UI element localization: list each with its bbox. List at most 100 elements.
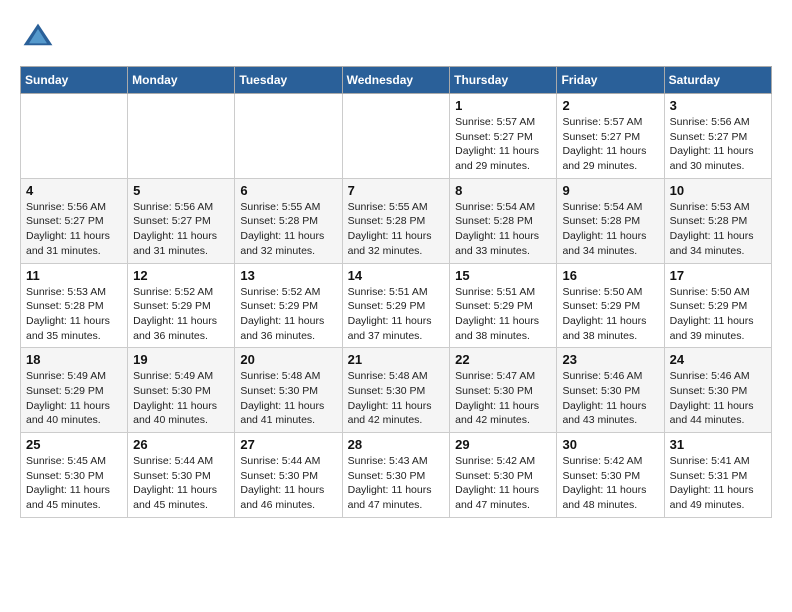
calendar-cell: 31 Sunrise: 5:41 AM Sunset: 5:31 PM Dayli… (664, 433, 771, 518)
logo (20, 20, 60, 56)
day-number: 18 (26, 352, 122, 367)
calendar-cell: 3 Sunrise: 5:56 AM Sunset: 5:27 PM Daylig… (664, 94, 771, 179)
day-info: Sunrise: 5:42 AM Sunset: 5:30 PM Dayligh… (562, 454, 658, 513)
calendar-cell: 17Sunrise: 5:50 AM Sunset: 5:29 PM Dayli… (664, 263, 771, 348)
day-info: Sunrise: 5:48 AM Sunset: 5:30 PM Dayligh… (348, 369, 445, 428)
calendar-cell: 2 Sunrise: 5:57 AM Sunset: 5:27 PM Daylig… (557, 94, 664, 179)
day-number: 21 (348, 352, 445, 367)
calendar-week-row: 11 Sunrise: 5:53 AM Sunset: 5:28 PM Dayli… (21, 263, 772, 348)
calendar-cell: 13 Sunrise: 5:52 AM Sunset: 5:29 PM Dayli… (235, 263, 342, 348)
day-number: 29 (455, 437, 551, 452)
day-number: 25 (26, 437, 122, 452)
calendar-week-row: 18Sunrise: 5:49 AM Sunset: 5:29 PM Dayli… (21, 348, 772, 433)
calendar-week-row: 1 Sunrise: 5:57 AM Sunset: 5:27 PM Daylig… (21, 94, 772, 179)
weekday-header: Wednesday (342, 67, 450, 94)
weekday-header: Sunday (21, 67, 128, 94)
weekday-header: Saturday (664, 67, 771, 94)
day-info: Sunrise: 5:41 AM Sunset: 5:31 PM Dayligh… (670, 454, 766, 513)
day-info: Sunrise: 5:52 AM Sunset: 5:29 PM Dayligh… (240, 285, 336, 344)
day-number: 2 (562, 98, 658, 113)
calendar-cell: 28Sunrise: 5:43 AM Sunset: 5:30 PM Dayli… (342, 433, 450, 518)
day-info: Sunrise: 5:56 AM Sunset: 5:27 PM Dayligh… (670, 115, 766, 174)
calendar-cell: 11 Sunrise: 5:53 AM Sunset: 5:28 PM Dayli… (21, 263, 128, 348)
day-info: Sunrise: 5:54 AM Sunset: 5:28 PM Dayligh… (455, 200, 551, 259)
day-info: Sunrise: 5:55 AM Sunset: 5:28 PM Dayligh… (348, 200, 445, 259)
day-info: Sunrise: 5:45 AM Sunset: 5:30 PM Dayligh… (26, 454, 122, 513)
calendar-cell: 26 Sunrise: 5:44 AM Sunset: 5:30 PM Dayli… (128, 433, 235, 518)
day-info: Sunrise: 5:53 AM Sunset: 5:28 PM Dayligh… (26, 285, 122, 344)
calendar-cell: 18Sunrise: 5:49 AM Sunset: 5:29 PM Dayli… (21, 348, 128, 433)
day-number: 14 (348, 268, 445, 283)
calendar-cell: 12 Sunrise: 5:52 AM Sunset: 5:29 PM Dayli… (128, 263, 235, 348)
day-info: Sunrise: 5:50 AM Sunset: 5:29 PM Dayligh… (562, 285, 658, 344)
day-number: 1 (455, 98, 551, 113)
calendar-cell: 1 Sunrise: 5:57 AM Sunset: 5:27 PM Daylig… (450, 94, 557, 179)
calendar-body: 1 Sunrise: 5:57 AM Sunset: 5:27 PM Daylig… (21, 94, 772, 518)
day-info: Sunrise: 5:57 AM Sunset: 5:27 PM Dayligh… (455, 115, 551, 174)
day-number: 16 (562, 268, 658, 283)
day-info: Sunrise: 5:49 AM Sunset: 5:30 PM Dayligh… (133, 369, 229, 428)
day-number: 3 (670, 98, 766, 113)
day-number: 20 (240, 352, 336, 367)
calendar-cell: 25 Sunrise: 5:45 AM Sunset: 5:30 PM Dayli… (21, 433, 128, 518)
day-number: 28 (348, 437, 445, 452)
calendar-cell: 27 Sunrise: 5:44 AM Sunset: 5:30 PM Dayli… (235, 433, 342, 518)
calendar-week-row: 4 Sunrise: 5:56 AM Sunset: 5:27 PM Daylig… (21, 178, 772, 263)
day-info: Sunrise: 5:52 AM Sunset: 5:29 PM Dayligh… (133, 285, 229, 344)
day-number: 30 (562, 437, 658, 452)
day-info: Sunrise: 5:51 AM Sunset: 5:29 PM Dayligh… (348, 285, 445, 344)
day-number: 31 (670, 437, 766, 452)
day-number: 26 (133, 437, 229, 452)
day-number: 4 (26, 183, 122, 198)
calendar-cell: 20 Sunrise: 5:48 AM Sunset: 5:30 PM Dayli… (235, 348, 342, 433)
day-number: 13 (240, 268, 336, 283)
day-number: 10 (670, 183, 766, 198)
day-info: Sunrise: 5:46 AM Sunset: 5:30 PM Dayligh… (562, 369, 658, 428)
calendar-cell: 6Sunrise: 5:55 AM Sunset: 5:28 PM Daylig… (235, 178, 342, 263)
day-info: Sunrise: 5:44 AM Sunset: 5:30 PM Dayligh… (240, 454, 336, 513)
calendar-cell: 14 Sunrise: 5:51 AM Sunset: 5:29 PM Dayli… (342, 263, 450, 348)
day-number: 15 (455, 268, 551, 283)
day-number: 8 (455, 183, 551, 198)
calendar-cell: 23 Sunrise: 5:46 AM Sunset: 5:30 PM Dayli… (557, 348, 664, 433)
weekday-header: Friday (557, 67, 664, 94)
day-number: 19 (133, 352, 229, 367)
day-number: 7 (348, 183, 445, 198)
calendar-cell (235, 94, 342, 179)
calendar-cell: 15 Sunrise: 5:51 AM Sunset: 5:29 PM Dayli… (450, 263, 557, 348)
day-info: Sunrise: 5:51 AM Sunset: 5:29 PM Dayligh… (455, 285, 551, 344)
day-info: Sunrise: 5:46 AM Sunset: 5:30 PM Dayligh… (670, 369, 766, 428)
calendar-cell: 29 Sunrise: 5:42 AM Sunset: 5:30 PM Dayli… (450, 433, 557, 518)
calendar-cell: 9 Sunrise: 5:54 AM Sunset: 5:28 PM Daylig… (557, 178, 664, 263)
calendar-cell (342, 94, 450, 179)
calendar-cell (21, 94, 128, 179)
calendar-cell: 24 Sunrise: 5:46 AM Sunset: 5:30 PM Dayli… (664, 348, 771, 433)
day-number: 24 (670, 352, 766, 367)
weekday-header: Tuesday (235, 67, 342, 94)
day-info: Sunrise: 5:48 AM Sunset: 5:30 PM Dayligh… (240, 369, 336, 428)
day-number: 17 (670, 268, 766, 283)
day-info: Sunrise: 5:56 AM Sunset: 5:27 PM Dayligh… (26, 200, 122, 259)
calendar-table: SundayMondayTuesdayWednesdayThursdayFrid… (20, 66, 772, 518)
day-info: Sunrise: 5:42 AM Sunset: 5:30 PM Dayligh… (455, 454, 551, 513)
day-number: 23 (562, 352, 658, 367)
day-number: 12 (133, 268, 229, 283)
calendar-cell: 10Sunrise: 5:53 AM Sunset: 5:28 PM Dayli… (664, 178, 771, 263)
day-number: 27 (240, 437, 336, 452)
day-info: Sunrise: 5:44 AM Sunset: 5:30 PM Dayligh… (133, 454, 229, 513)
calendar-cell: 21 Sunrise: 5:48 AM Sunset: 5:30 PM Dayli… (342, 348, 450, 433)
day-info: Sunrise: 5:56 AM Sunset: 5:27 PM Dayligh… (133, 200, 229, 259)
calendar-cell: 30 Sunrise: 5:42 AM Sunset: 5:30 PM Dayli… (557, 433, 664, 518)
page-header (20, 20, 772, 56)
calendar-cell: 4 Sunrise: 5:56 AM Sunset: 5:27 PM Daylig… (21, 178, 128, 263)
day-info: Sunrise: 5:57 AM Sunset: 5:27 PM Dayligh… (562, 115, 658, 174)
day-number: 11 (26, 268, 122, 283)
calendar-cell: 8 Sunrise: 5:54 AM Sunset: 5:28 PM Daylig… (450, 178, 557, 263)
day-info: Sunrise: 5:47 AM Sunset: 5:30 PM Dayligh… (455, 369, 551, 428)
day-number: 9 (562, 183, 658, 198)
day-number: 22 (455, 352, 551, 367)
day-info: Sunrise: 5:55 AM Sunset: 5:28 PM Dayligh… (240, 200, 336, 259)
calendar-cell: 5Sunrise: 5:56 AM Sunset: 5:27 PM Daylig… (128, 178, 235, 263)
day-info: Sunrise: 5:54 AM Sunset: 5:28 PM Dayligh… (562, 200, 658, 259)
calendar-cell: 16 Sunrise: 5:50 AM Sunset: 5:29 PM Dayli… (557, 263, 664, 348)
